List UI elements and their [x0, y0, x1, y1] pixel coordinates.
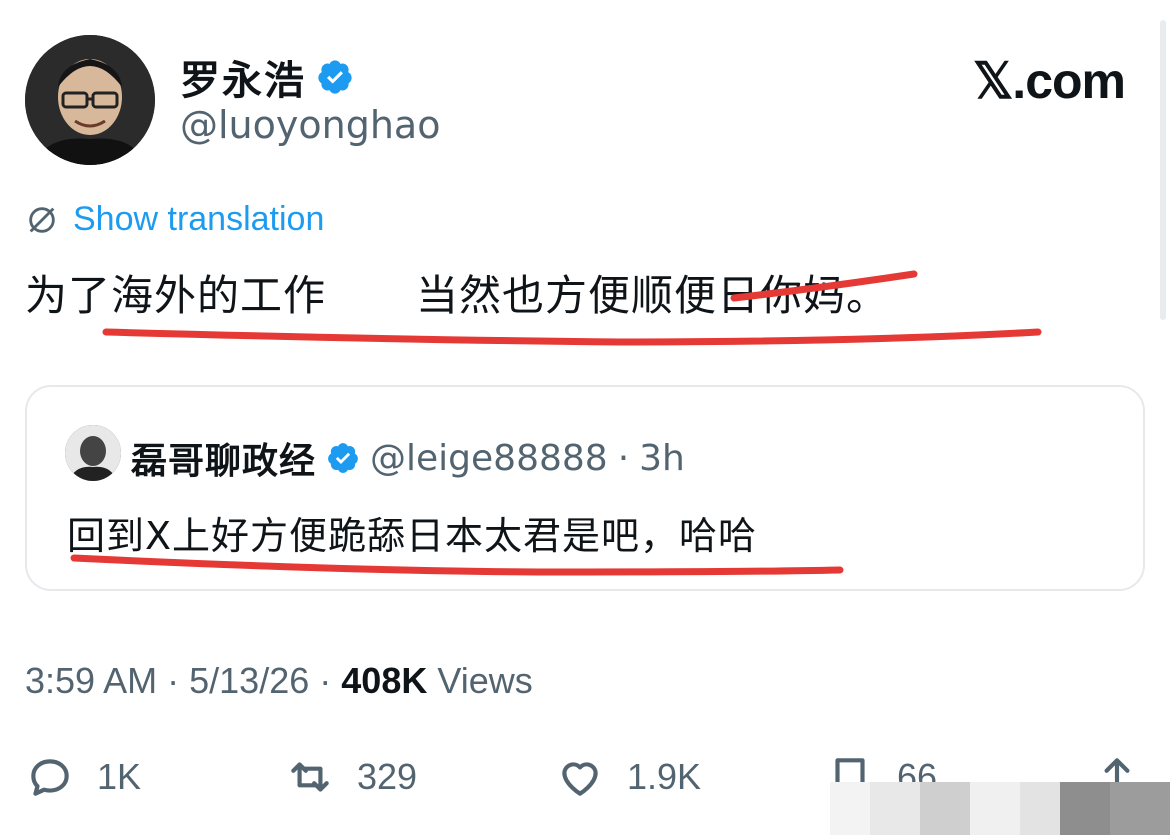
author-name-text: 罗永浩	[180, 58, 306, 104]
quoted-author-name[interactable]: 磊哥聊政经	[131, 432, 316, 484]
tweet-date[interactable]: 5/13/26	[189, 660, 309, 701]
repost-button[interactable]: 329	[285, 752, 417, 802]
quoted-author-avatar[interactable]	[65, 425, 121, 481]
heart-icon	[562, 762, 598, 796]
quoted-time[interactable]: 3h	[639, 438, 685, 479]
tweet-text-part2: 当然也方便顺便日你妈。	[416, 271, 890, 320]
tweet-time[interactable]: 3:59 AM	[25, 660, 157, 701]
quoted-header: 磊哥聊政经 @leige88888 · 3h	[131, 432, 685, 484]
quoted-separator: ·	[617, 437, 630, 479]
show-translation-label: Show translation	[73, 200, 325, 238]
scrollbar[interactable]	[1160, 20, 1166, 320]
meta-separator: ·	[319, 660, 332, 701]
like-button[interactable]: 1.9K	[555, 752, 701, 802]
views-count: 408K	[341, 660, 428, 701]
tweet-screenshot: 罗永浩 @luoyonghao 𝕏.com Show translation 为…	[0, 0, 1170, 835]
author-name[interactable]: 罗永浩	[180, 48, 354, 106]
pixelated-watermark	[830, 782, 1170, 835]
verified-badge-icon	[328, 443, 358, 473]
translate-icon	[29, 206, 55, 233]
meta-separator: ·	[167, 660, 180, 701]
tweet-text: 为了海外的工作 当然也方便顺便日你妈。	[25, 262, 889, 323]
like-count: 1.9K	[627, 756, 702, 797]
repost-icon	[291, 762, 329, 792]
reply-button[interactable]: 1K	[25, 752, 141, 802]
reply-count: 1K	[97, 756, 142, 797]
tweet-text-part1: 为了海外的工作	[25, 271, 327, 320]
quoted-tweet-card[interactable]: 磊哥聊政经 @leige88888 · 3h 回到X上好方便跪舔日本太君是吧，哈…	[25, 385, 1145, 591]
views-label: Views	[437, 660, 533, 701]
reply-icon	[31, 759, 69, 796]
quoted-tweet-text: 回到X上好方便跪舔日本太君是吧，哈哈	[67, 514, 758, 558]
underline-annotation-tweet	[102, 328, 1042, 346]
author-handle[interactable]: @luoyonghao	[180, 103, 440, 147]
author-avatar[interactable]	[25, 35, 155, 165]
verified-badge-icon	[318, 60, 352, 94]
show-translation-button[interactable]: Show translation	[25, 200, 324, 239]
quoted-author-handle[interactable]: @leige88888	[370, 438, 608, 479]
repost-count: 329	[357, 756, 418, 797]
tweet-meta: 3:59 AM · 5/13/26 · 408K Views	[25, 660, 533, 702]
brand-logo: 𝕏.com	[973, 53, 1126, 109]
